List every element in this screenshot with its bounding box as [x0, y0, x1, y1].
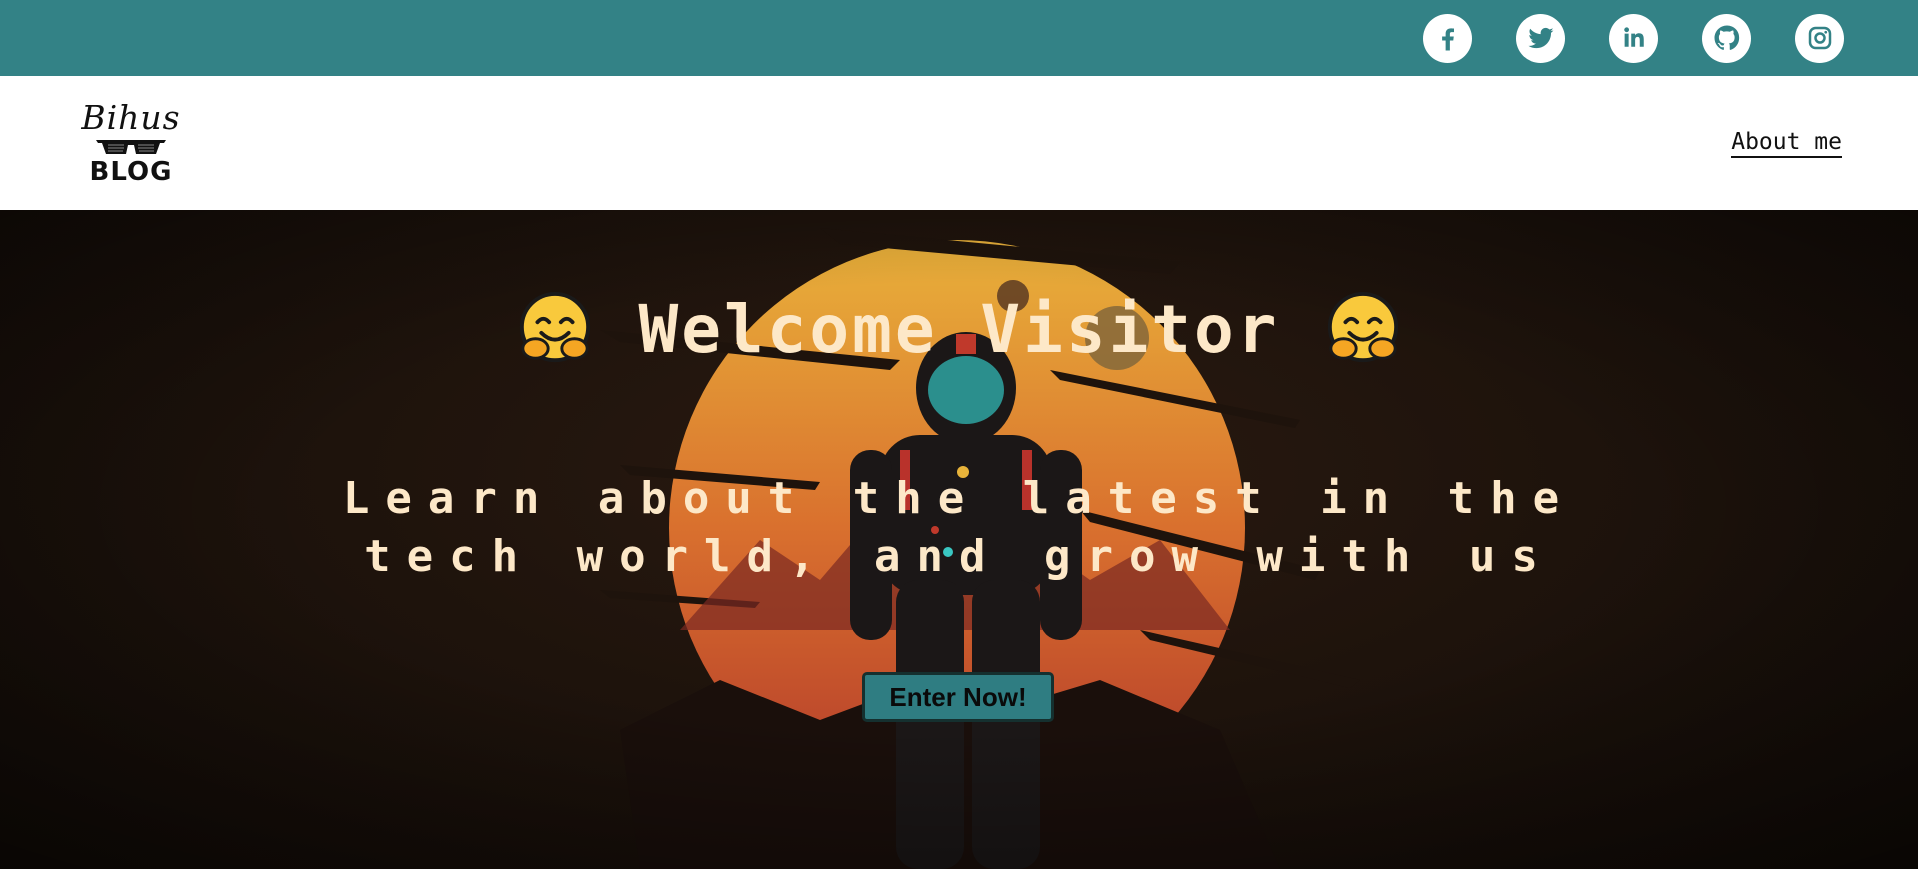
- enter-now-button[interactable]: Enter Now!: [862, 672, 1054, 722]
- facebook-link[interactable]: [1423, 13, 1472, 63]
- github-link[interactable]: [1702, 13, 1751, 63]
- linkedin-link[interactable]: [1609, 13, 1658, 63]
- hugging-face-icon: [520, 291, 591, 363]
- social-bar: [0, 0, 1918, 76]
- logo-text-top: Bihus: [81, 98, 181, 137]
- facebook-icon: [1441, 28, 1454, 51]
- linkedin-icon: [1623, 27, 1644, 47]
- hero-section: Welcome Visitor Learn about the latest i…: [0, 210, 1918, 869]
- hugging-face-icon: [1327, 291, 1398, 363]
- github-icon: [1714, 25, 1739, 50]
- hero-title-text: Welcome Visitor: [638, 290, 1280, 368]
- hero-title: Welcome Visitor: [0, 290, 1918, 368]
- sunglasses-icon: [96, 140, 166, 154]
- logo-text-bottom: BLOG: [89, 157, 173, 187]
- hero-subtitle: Learn about the latest in the tech world…: [342, 473, 1576, 582]
- instagram-icon: [1808, 26, 1831, 50]
- twitter-link[interactable]: [1516, 13, 1565, 63]
- instagram-link[interactable]: [1795, 13, 1844, 63]
- site-logo[interactable]: Bihus BLOG: [72, 93, 190, 193]
- nav-about-me[interactable]: About me: [1731, 129, 1842, 158]
- twitter-icon: [1528, 27, 1553, 49]
- site-header: Bihus BLOG About me: [0, 76, 1918, 210]
